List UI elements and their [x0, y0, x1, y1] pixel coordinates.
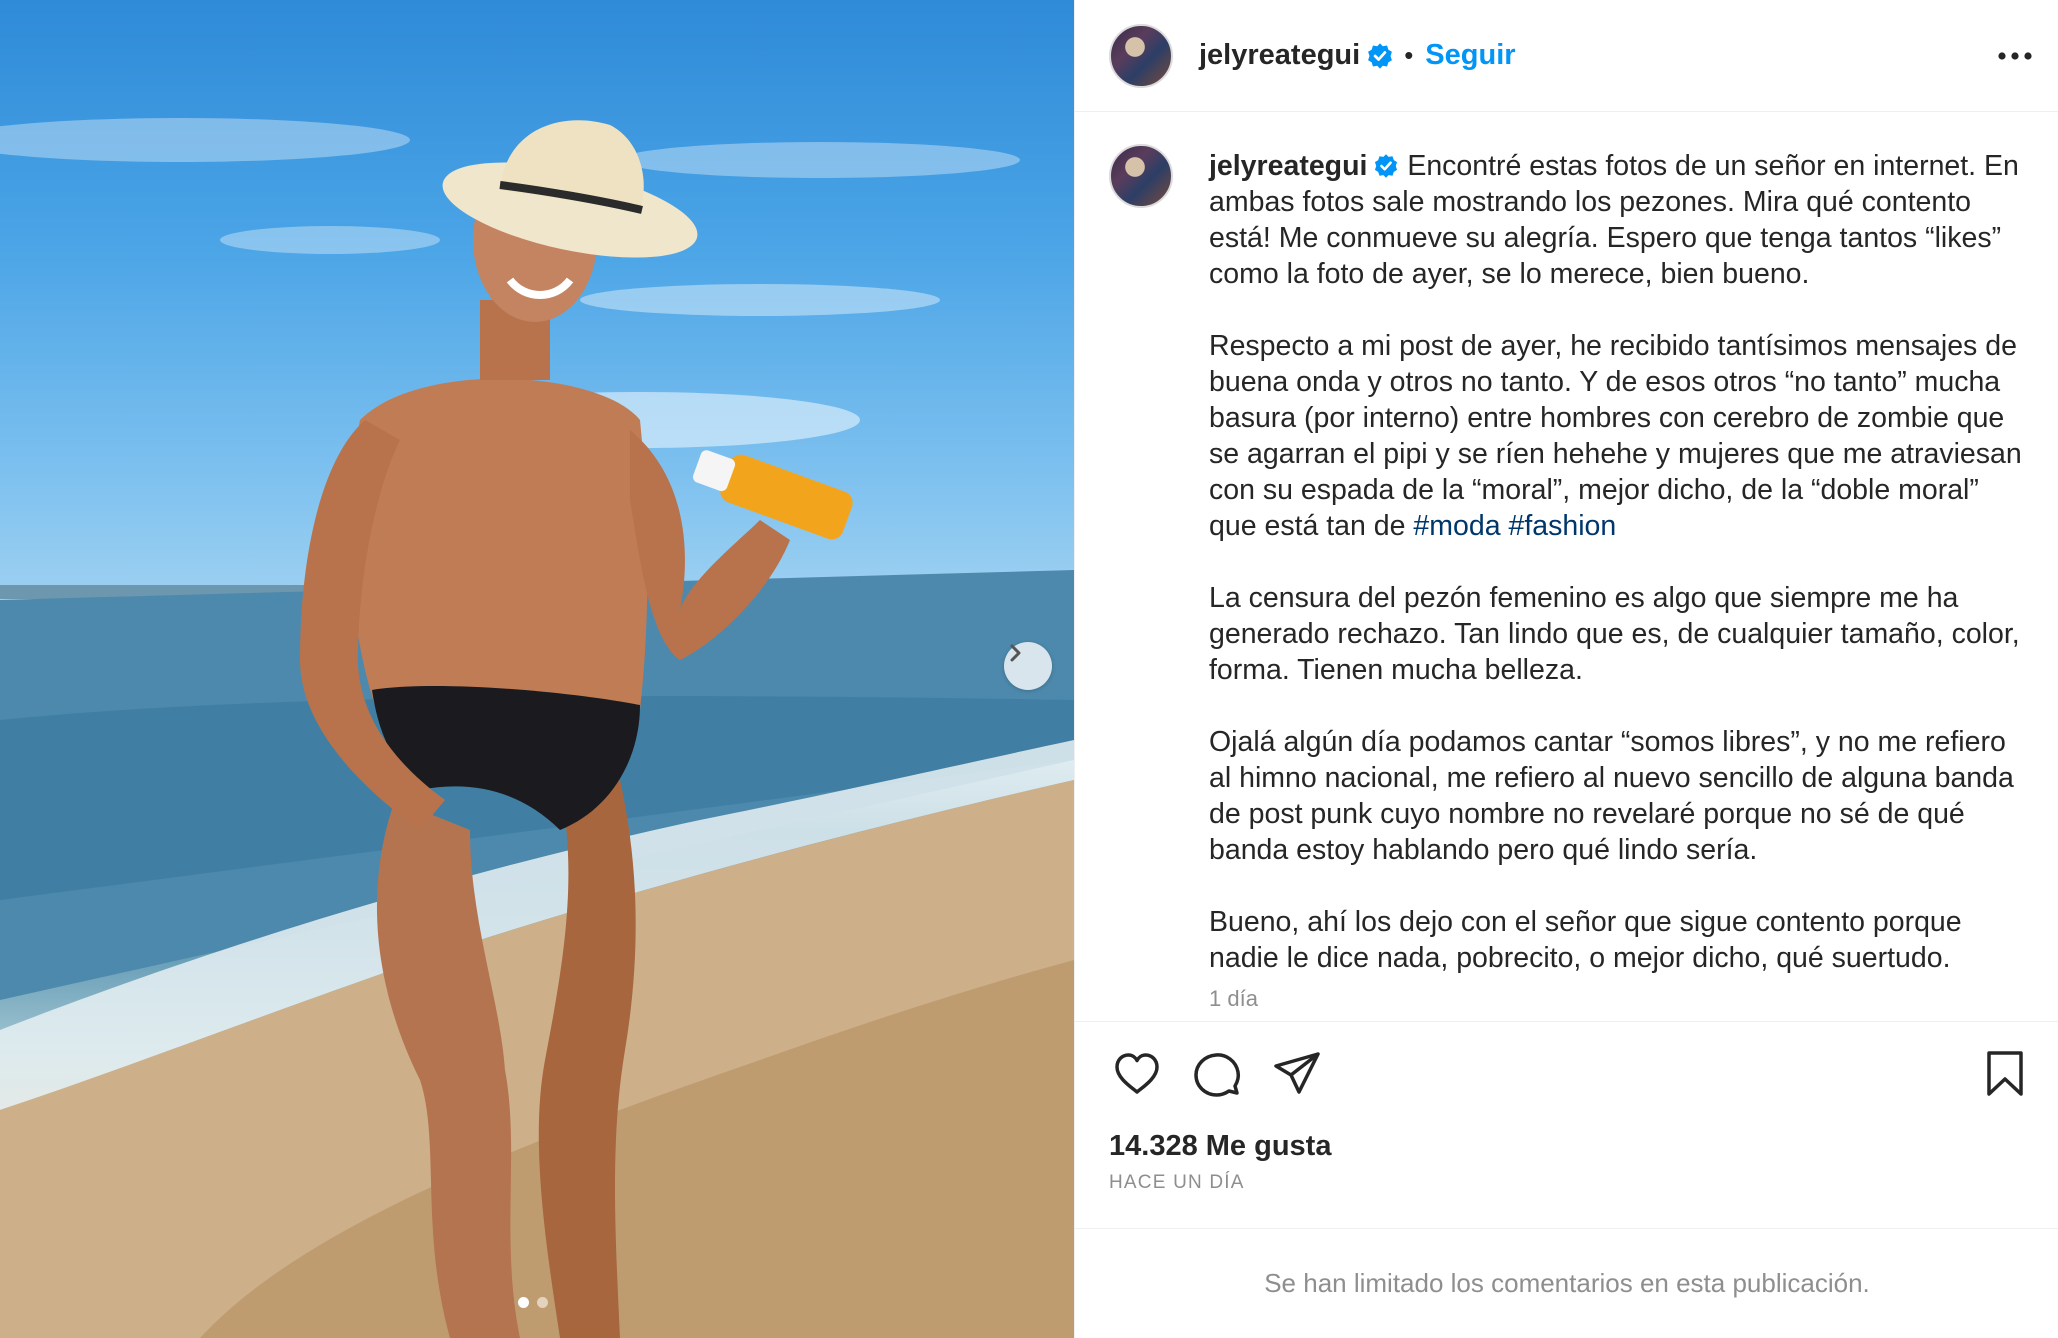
post-caption: jelyreategui Encontré estas fotos de un … — [1209, 148, 2029, 976]
hashtag-fashion[interactable]: #fashion — [1509, 510, 1617, 542]
caption-timestamp[interactable]: 1 día — [1209, 986, 1258, 1012]
like-count[interactable]: 14.328 Me gusta — [1109, 1130, 1331, 1163]
carousel-dot-1 — [518, 1297, 529, 1308]
action-bar — [1075, 1046, 2058, 1104]
post-header: jelyreategui • Seguir — [1075, 0, 2058, 112]
comments-limited-text: Se han limitado los comentarios en esta … — [1264, 1268, 1870, 1298]
bookmark-icon — [1987, 1051, 2023, 1096]
carousel-indicator — [518, 1297, 548, 1308]
next-photo-button[interactable] — [1004, 642, 1052, 690]
comment-button[interactable] — [1189, 1046, 1245, 1102]
beach-scene-illustration — [0, 118, 1074, 1338]
like-button[interactable] — [1109, 1046, 1165, 1102]
post-photo[interactable] — [0, 0, 1074, 1338]
heart-icon — [1115, 1053, 1159, 1094]
carousel-dot-2 — [537, 1297, 548, 1308]
follow-button[interactable]: Seguir — [1425, 39, 1515, 72]
hashtag-moda[interactable]: #moda — [1413, 510, 1500, 542]
save-button[interactable] — [1977, 1046, 2033, 1102]
caption-username[interactable]: jelyreategui — [1209, 150, 1367, 182]
verified-badge-icon — [1368, 42, 1393, 69]
caption-section: jelyreategui Encontré estas fotos de un … — [1075, 112, 2058, 1022]
post-date[interactable]: HACE UN DÍA — [1109, 1172, 1245, 1194]
more-dots-icon — [1998, 52, 2032, 60]
share-button[interactable] — [1269, 1046, 1325, 1102]
comments-limited-notice: Se han limitado los comentarios en esta … — [1075, 1228, 2058, 1338]
header-separator: • — [1404, 40, 1414, 70]
caption-text-part-2: La censura del pezón femenino es algo qu… — [1209, 582, 2020, 974]
author-username[interactable]: jelyreategui — [1199, 39, 1360, 72]
more-options-button[interactable] — [1995, 36, 2035, 76]
share-icon — [1274, 1052, 1320, 1094]
caption-author-avatar[interactable] — [1109, 144, 1173, 208]
comment-icon — [1194, 1053, 1241, 1097]
verified-badge-icon — [1375, 154, 1398, 178]
author-avatar[interactable] — [1109, 23, 1173, 88]
chevron-right-icon — [1010, 644, 1021, 662]
post-side-panel: jelyreategui • Seguir jelyreategui Encon… — [1074, 0, 2058, 1338]
caption-text-part-1: Encontré estas fotos de un señor en inte… — [1209, 150, 2022, 542]
